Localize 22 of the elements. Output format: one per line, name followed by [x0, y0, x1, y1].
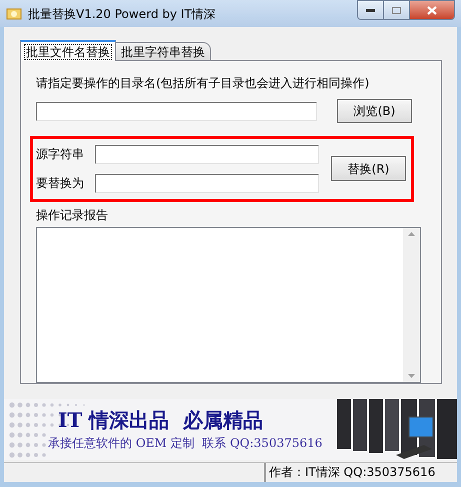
minimize-button[interactable]	[358, 1, 384, 19]
status-author: 作者：IT情深 QQ:350375616	[265, 463, 436, 482]
log-area[interactable]	[36, 226, 421, 384]
target-label: 要替换为	[36, 175, 85, 192]
banner-headline: IT 情深出品 必属精品	[57, 406, 264, 433]
window-title: 批量替换V1.20 Powerd by IT情深	[28, 6, 216, 23]
target-field[interactable]	[95, 174, 319, 193]
app-icon	[6, 6, 22, 21]
tab[interactable]: 批里文件名替换	[20, 40, 116, 62]
scroll-down-icon	[408, 374, 415, 378]
browse-button[interactable]: 浏览(B)	[337, 99, 412, 124]
source-field[interactable]	[95, 144, 319, 164]
scrollbar[interactable]	[403, 228, 420, 382]
directory-label: 请指定要操作的目录名(包括所有子目录也会进入进行相同操作)	[36, 75, 370, 92]
replace-button[interactable]: 替换(R)	[331, 156, 406, 182]
scroll-up-icon	[408, 232, 415, 236]
tab[interactable]: 批里字符串替换	[115, 42, 211, 60]
log-label: 操作记录报告	[36, 206, 109, 224]
directory-field[interactable]	[36, 102, 317, 121]
close-icon	[427, 6, 437, 14]
source-label: 源字符串	[36, 146, 85, 164]
close-button[interactable]	[410, 1, 454, 19]
